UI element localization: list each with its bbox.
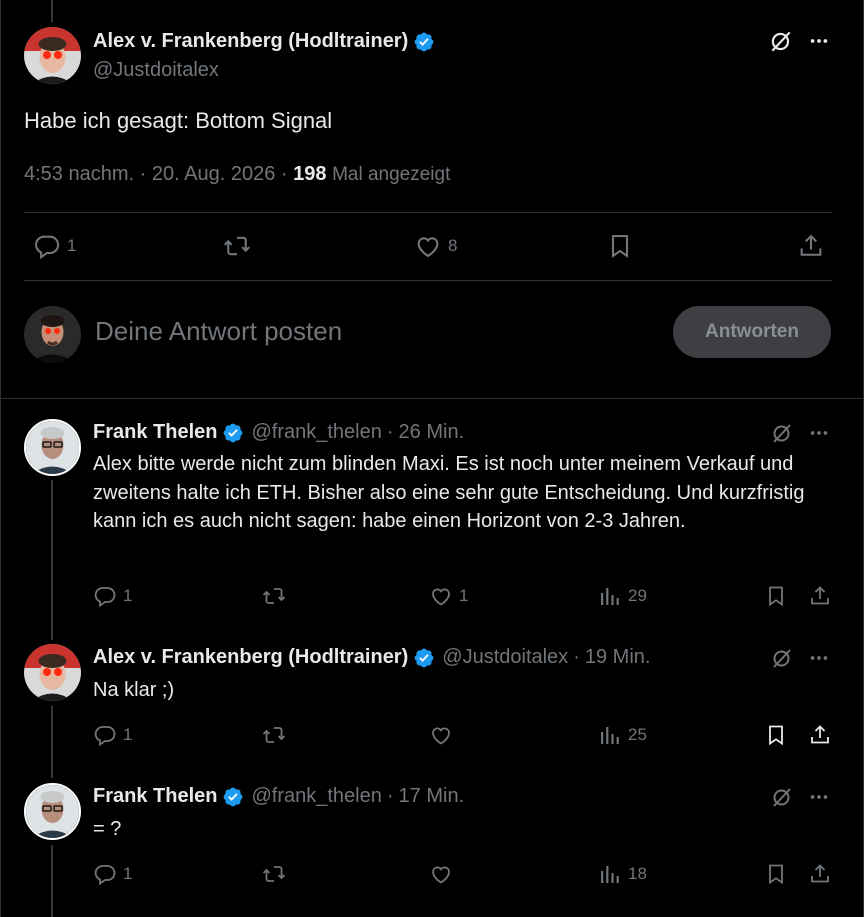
view-label: Mal angezeigt [332,164,451,185]
verified-badge-icon [413,647,435,669]
thread-line-reply-1 [51,480,53,640]
like-button[interactable] [429,862,459,886]
separator: · [280,163,288,185]
reply-header: Alex v. Frankenberg (Hodltrainer) @Justd… [93,646,650,669]
like-button[interactable] [429,723,459,747]
like-button[interactable]: 8 [414,232,457,260]
reply-button[interactable]: 1 [93,584,132,608]
author-name[interactable]: Alex v. Frankenberg (Hodltrainer) [93,30,408,53]
reply-author-name[interactable]: Frank Thelen [93,785,217,808]
more-icon[interactable] [808,786,830,808]
grok-icon[interactable] [770,785,794,809]
views-count: 25 [628,725,647,744]
repost-button[interactable] [260,723,288,747]
reply-text: = ? [93,818,122,840]
thread-line-reply-3 [51,845,53,917]
reply-author-name[interactable]: Frank Thelen [93,421,217,444]
avatar-frank[interactable] [24,783,81,840]
separator: · [386,785,394,807]
thread-line-top [51,0,53,22]
more-icon[interactable] [808,30,830,52]
bookmark-button[interactable] [764,862,788,886]
share-button[interactable] [808,584,832,608]
share-button[interactable] [808,862,832,886]
author-handle[interactable]: @Justdoitalex [93,59,219,82]
reply-text: Na klar ;) [93,679,175,701]
tweet-text: Habe ich gesagt: Bottom Signal [24,108,333,133]
more-icon[interactable] [808,422,830,444]
view-count: 198 [293,163,327,185]
divider [24,212,832,213]
reply-handle[interactable]: @Justdoitalex [442,646,568,669]
reply-text: Alex bitte werde nicht zum blinden Maxi.… [93,453,805,532]
views-button[interactable]: 25 [598,723,647,747]
reply-header: Frank Thelen @frank_thelen · 17 Min. [93,785,464,808]
separator: · [139,163,147,185]
reply-input[interactable]: Deine Antwort posten [95,316,342,347]
share-button[interactable] [797,232,825,260]
reply-button[interactable]: 1 [93,723,132,747]
separator: · [386,421,394,443]
grok-icon[interactable] [770,421,794,445]
reply-button[interactable]: 1 [93,862,132,886]
more-icon[interactable] [808,647,830,669]
avatar-frank[interactable] [24,419,81,476]
reply-count: 1 [123,864,133,883]
views-button[interactable]: 18 [598,862,647,886]
reply-header: Frank Thelen @frank_thelen · 26 Min. [93,421,464,444]
author-row: Alex v. Frankenberg (Hodltrainer) [93,30,435,53]
reply-handle[interactable]: @frank_thelen [251,421,381,444]
divider [24,280,832,281]
grok-icon[interactable] [770,646,794,670]
reply-handle[interactable]: @frank_thelen [251,785,381,808]
like-button[interactable]: 1 [429,584,468,608]
bookmark-button[interactable] [606,232,634,260]
repost-button[interactable] [221,232,253,260]
section-divider [0,398,864,399]
thread-line-reply-2 [51,706,53,778]
current-user-avatar[interactable] [24,306,81,363]
reply-age[interactable]: 19 Min. [585,646,651,669]
repost-button[interactable] [260,584,288,608]
views-button[interactable]: 29 [598,584,647,608]
share-button[interactable] [808,723,832,747]
verified-badge-icon [413,31,435,53]
separator: · [573,646,580,668]
tweet-date[interactable]: 20. Aug. 2026 [152,163,275,185]
bookmark-button[interactable] [764,584,788,608]
reply-count: 1 [123,586,133,605]
reply-age[interactable]: 17 Min. [399,785,465,808]
verified-badge-icon [222,786,244,808]
like-count: 8 [448,236,458,255]
bookmark-button[interactable] [764,723,788,747]
reply-count: 1 [67,236,77,255]
repost-button[interactable] [260,862,288,886]
reply-count: 1 [123,725,133,744]
reply-button[interactable]: 1 [33,232,76,260]
grok-icon[interactable] [768,28,794,54]
verified-badge-icon [222,422,244,444]
views-count: 18 [628,864,647,883]
like-count: 1 [459,586,469,605]
tweet-timestamp: 4:53 nachm. · 20. Aug. 2026 · 198 Mal an… [24,163,450,186]
reply-age[interactable]: 26 Min. [399,421,465,444]
avatar-alex[interactable] [24,27,81,84]
reply-author-name[interactable]: Alex v. Frankenberg (Hodltrainer) [93,646,408,669]
avatar-alex[interactable] [24,644,81,701]
tweet-time[interactable]: 4:53 nachm. [24,163,134,185]
views-count: 29 [628,586,647,605]
antworten-button[interactable]: Antworten [673,306,831,358]
